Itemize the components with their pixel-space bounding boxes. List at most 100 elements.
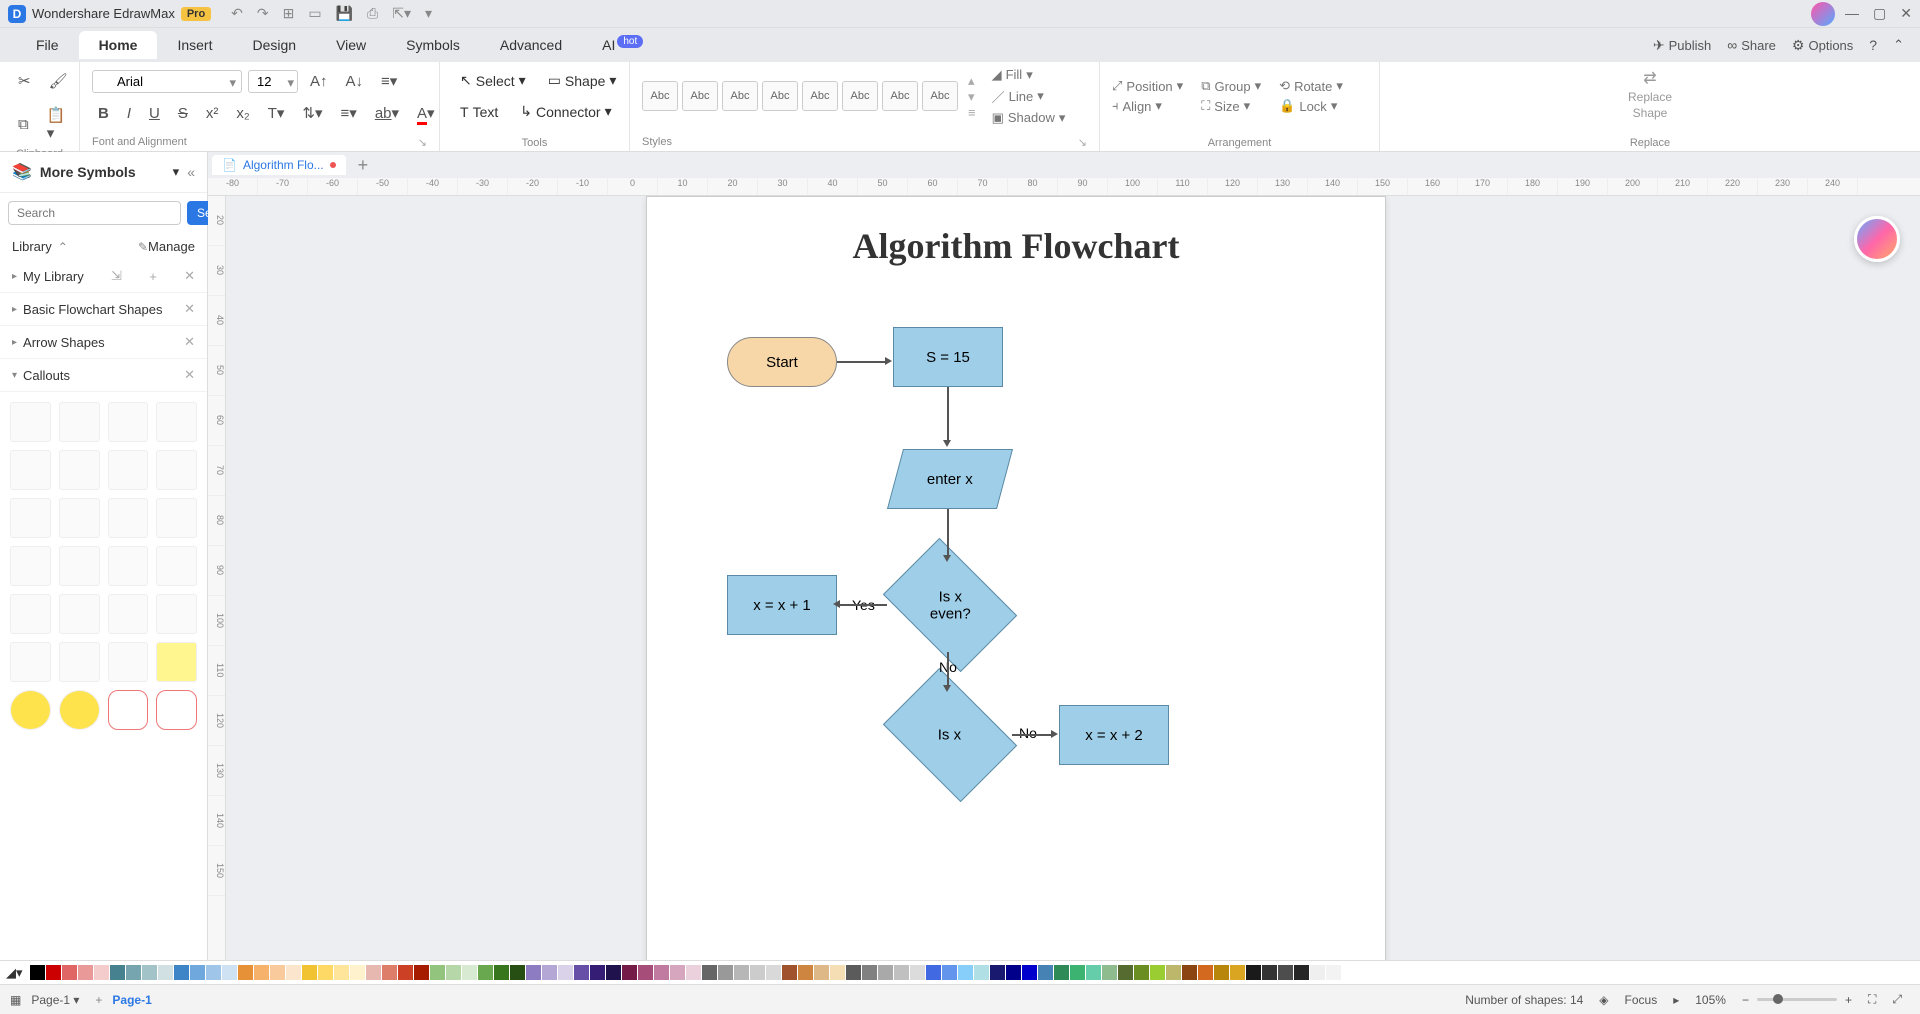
font-color-icon[interactable]: A▾ [411, 100, 441, 126]
color-swatch[interactable] [686, 965, 701, 980]
shape-thumb[interactable] [156, 594, 197, 634]
color-swatch[interactable] [126, 965, 141, 980]
style-swatch[interactable]: Abc [802, 81, 838, 111]
fill-bucket-icon[interactable]: ◢▾ [6, 965, 23, 981]
color-swatch[interactable] [670, 965, 685, 980]
user-avatar[interactable] [1811, 2, 1835, 26]
collapse-sidebar-icon[interactable]: « [187, 164, 195, 180]
close-cat-icon[interactable]: ✕ [184, 334, 195, 350]
style-scroll-down[interactable]: ▾ [968, 89, 976, 105]
color-swatch[interactable] [1166, 965, 1181, 980]
style-swatch[interactable]: Abc [882, 81, 918, 111]
presentation-icon[interactable]: ▸ [1673, 993, 1679, 1007]
text-tool[interactable]: TText [452, 100, 506, 124]
color-swatch[interactable] [798, 965, 813, 980]
color-swatch[interactable] [1214, 965, 1229, 980]
color-swatch[interactable] [478, 965, 493, 980]
label-no2[interactable]: No [1019, 725, 1037, 741]
highlight-icon[interactable]: ab▾ [369, 100, 405, 126]
style-scroll-up[interactable]: ▴ [968, 73, 976, 89]
style-swatch[interactable]: Abc [642, 81, 678, 111]
shape-thumb[interactable] [10, 546, 51, 586]
color-swatch[interactable] [254, 965, 269, 980]
color-swatch[interactable] [1294, 965, 1309, 980]
color-swatch[interactable] [910, 965, 925, 980]
color-swatch[interactable] [446, 965, 461, 980]
shape-thumb[interactable] [10, 690, 51, 730]
shape-thumb[interactable] [59, 594, 100, 634]
fill-button[interactable]: ◢Fill ▾ [992, 67, 1066, 83]
format-painter-icon[interactable]: 🖌 [43, 68, 74, 94]
line-spacing-icon[interactable]: ⇅▾ [296, 100, 328, 126]
arrow[interactable] [947, 509, 949, 557]
add-icon[interactable]: + [149, 269, 157, 284]
case-icon[interactable]: T▾ [262, 100, 291, 126]
shape-thumb[interactable] [156, 402, 197, 442]
group-button[interactable]: ⧉Group ▾ [1201, 78, 1261, 94]
color-swatch[interactable] [766, 965, 781, 980]
zoom-slider[interactable] [1757, 998, 1837, 1001]
color-swatch[interactable] [1310, 965, 1325, 980]
tab-ai[interactable]: AIhot [582, 31, 663, 59]
io-enterx[interactable]: enter x [887, 449, 1013, 509]
more-icon[interactable]: ▾ [425, 5, 432, 22]
style-swatch[interactable]: Abc [722, 81, 758, 111]
tab-file[interactable]: File [16, 31, 79, 59]
tab-design[interactable]: Design [232, 31, 316, 59]
shape-thumb[interactable] [10, 450, 51, 490]
style-swatch[interactable]: Abc [682, 81, 718, 111]
color-swatch[interactable] [830, 965, 845, 980]
fit-page-icon[interactable]: ⛶ [1868, 992, 1876, 1007]
category-arrow-shapes[interactable]: ▸ Arrow Shapes ✕ [0, 326, 207, 359]
page-selector[interactable]: Page-1 ▾ [21, 991, 89, 1009]
color-swatch[interactable] [990, 965, 1005, 980]
minimize-icon[interactable]: — [1845, 5, 1859, 22]
new-icon[interactable]: ⊞ [283, 5, 295, 22]
color-swatch[interactable] [974, 965, 989, 980]
arrow[interactable] [1012, 734, 1054, 736]
align-button[interactable]: ⫞Align ▾ [1112, 98, 1183, 114]
close-icon[interactable]: ✕ [1900, 5, 1912, 22]
library-collapse-icon[interactable]: ⌃ [58, 240, 68, 254]
color-swatch[interactable] [510, 965, 525, 980]
symbol-search-input[interactable] [8, 201, 181, 225]
color-swatch[interactable] [1278, 965, 1293, 980]
color-swatch[interactable] [494, 965, 509, 980]
color-swatch[interactable] [542, 965, 557, 980]
color-swatch[interactable] [654, 965, 669, 980]
zoom-in-button[interactable]: + [1845, 993, 1852, 1007]
italic-icon[interactable]: I [121, 101, 137, 126]
arrow[interactable] [837, 361, 887, 363]
undo-icon[interactable]: ↶ [231, 5, 243, 22]
shape-thumb[interactable] [108, 594, 149, 634]
tab-insert[interactable]: Insert [157, 31, 232, 59]
category-my-library[interactable]: ▸ My Library ⇲ + ✕ [0, 260, 207, 293]
shadow-button[interactable]: ▣Shadow ▾ [992, 110, 1066, 126]
page[interactable]: Algorithm Flowchart Start S = 15 enter x… [646, 196, 1386, 960]
color-swatch[interactable] [238, 965, 253, 980]
color-swatch[interactable] [1342, 965, 1357, 980]
color-swatch[interactable] [558, 965, 573, 980]
close-cat-icon[interactable]: ✕ [184, 367, 195, 383]
shape-thumb[interactable] [156, 546, 197, 586]
color-swatch[interactable] [574, 965, 589, 980]
shape-thumb[interactable] [156, 450, 197, 490]
color-swatch[interactable] [398, 965, 413, 980]
shape-thumb[interactable] [10, 594, 51, 634]
color-swatch[interactable] [1262, 965, 1277, 980]
save-icon[interactable]: 💾 [336, 5, 353, 22]
color-swatch[interactable] [302, 965, 317, 980]
color-swatch[interactable] [1134, 965, 1149, 980]
color-swatch[interactable] [782, 965, 797, 980]
publish-button[interactable]: ✈Publish [1653, 37, 1711, 54]
manage-label[interactable]: Manage [148, 239, 195, 254]
color-swatch[interactable] [526, 965, 541, 980]
style-gallery[interactable]: Abc Abc Abc Abc Abc Abc Abc Abc [642, 81, 958, 111]
shape-thumb[interactable] [108, 498, 149, 538]
edit-icon[interactable]: ✎ [138, 240, 148, 254]
close-cat-icon[interactable]: ✕ [184, 301, 195, 317]
color-swatch[interactable] [638, 965, 653, 980]
subscript-icon[interactable]: x₂ [230, 101, 255, 126]
shape-thumb[interactable] [108, 690, 149, 730]
color-swatch[interactable] [30, 965, 45, 980]
